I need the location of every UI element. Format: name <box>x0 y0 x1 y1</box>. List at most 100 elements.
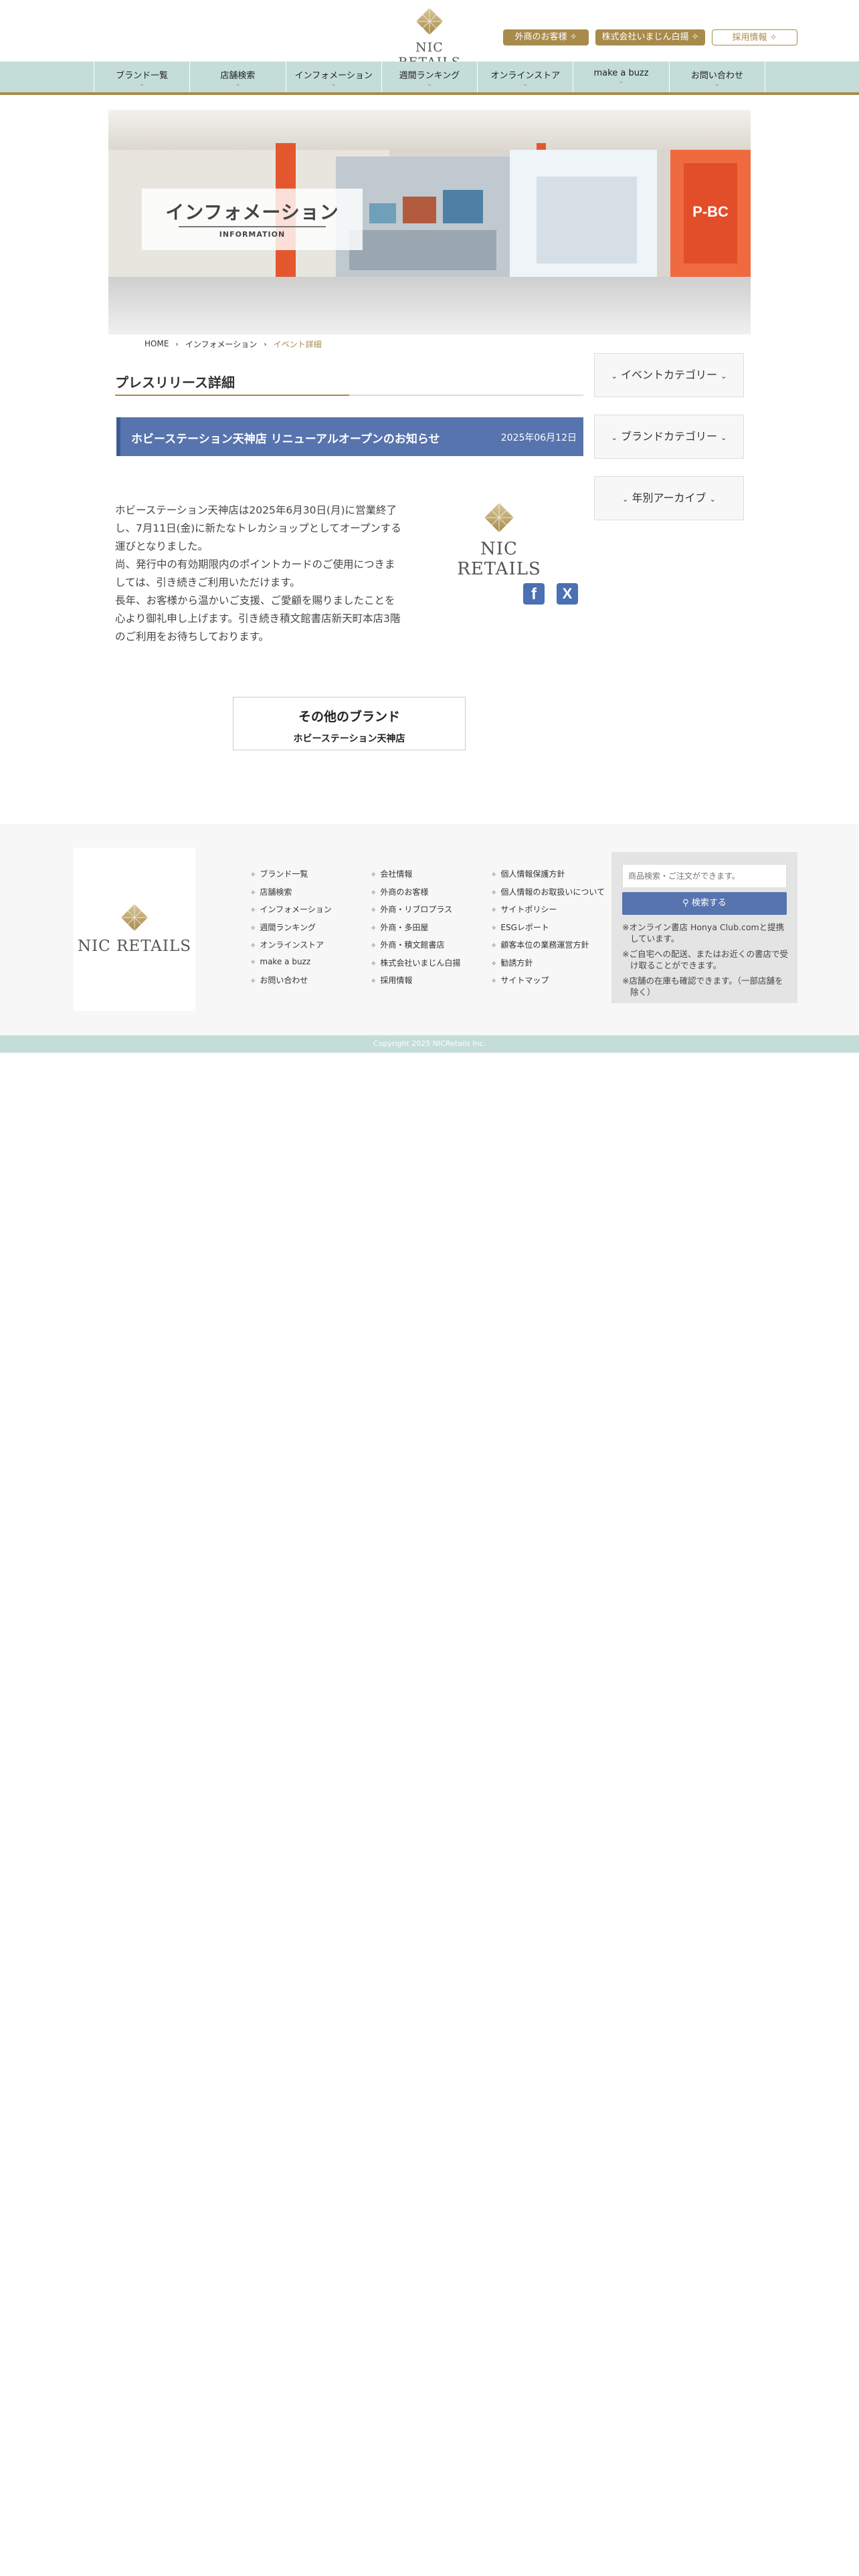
nav-label: お問い合わせ <box>690 71 743 81</box>
other-brands-box: その他のブランド ホビーステーション天神店 <box>233 697 466 750</box>
brand-logo-text: NIC RETAILS <box>457 539 541 579</box>
chevron-down-icon: ⌄ <box>139 81 145 88</box>
arrow-icon: ✧ <box>371 960 377 968</box>
other-brand-link[interactable]: ホビーステーション天神店 <box>233 732 465 745</box>
copyright-bar: Copyright 2025 NICRetails Inc. <box>0 1035 859 1053</box>
footer-link[interactable]: ✧ 個人情報保護方針 <box>491 868 605 886</box>
company-button[interactable]: 株式会社いまじん白揚 ✧ <box>595 29 705 45</box>
nav-item-information[interactable]: インフォメーション ⌄ <box>285 62 381 92</box>
footer-link[interactable]: ✧ ブランド一覧 <box>250 868 332 886</box>
hero-shelves <box>537 177 637 263</box>
arrow-icon: ✧ <box>371 978 377 985</box>
nav-item-store-search[interactable]: 店舗検索 ⌄ <box>189 62 285 92</box>
footer-link[interactable]: ✧ オンラインストア <box>250 939 332 957</box>
nav-item-ranking[interactable]: 週間ランキング ⌄ <box>381 62 477 92</box>
hero-ceiling <box>108 110 751 150</box>
breadcrumb-information[interactable]: インフォメーション <box>185 338 257 350</box>
footer-link[interactable]: ✧ 株式会社いまじん白揚 <box>371 957 460 975</box>
chevron-down-icon: ⌄ <box>721 433 727 442</box>
footer-link-label: オンラインストア <box>260 940 324 950</box>
footer-link[interactable]: ✧ 勧誘方針 <box>491 957 605 975</box>
facebook-share-icon[interactable]: f <box>523 583 545 605</box>
footer-links-col3: ✧ 個人情報保護方針 ✧ 個人情報のお取扱いについて ✧ サイトポリシー ✧ ESGレポ… <box>491 868 605 992</box>
foreign-customer-button[interactable]: 外商のお客様 ✧ <box>503 29 589 45</box>
arrow-icon: ✧ <box>371 907 377 914</box>
footer-link-label: 個人情報のお取扱いについて <box>500 887 605 897</box>
hero-store-sign: P-BC <box>684 163 737 263</box>
footer-link[interactable]: ✧ 会社情報 <box>371 868 460 886</box>
hero-floor <box>108 277 751 334</box>
footer-link-label: 外商・積文館書店 <box>380 940 445 950</box>
arrow-icon: ✧ <box>250 871 256 879</box>
footer-link[interactable]: ✧ make a buzz <box>250 957 332 975</box>
footer-search-button[interactable]: ⚲ 検索する <box>622 892 787 915</box>
hero-banner: P-BC インフォメーション INFORMATION <box>108 110 751 334</box>
logo-diamond-icon <box>121 904 148 931</box>
arrow-icon: ✧ <box>691 32 699 42</box>
global-nav: ブランド一覧 ⌄ 店舗検索 ⌄ インフォメーション ⌄ 週間ランキング ⌄ オンラインス… <box>0 62 859 95</box>
press-release-header: ホビーステーション天神店 リニューアルオープンのお知らせ 2025年06月12日 <box>116 417 583 456</box>
footer-link-label: 外商のお客様 <box>380 887 429 897</box>
footer-link[interactable]: ✧ サイトポリシー <box>491 903 605 922</box>
nav-label: オンラインストア <box>490 71 561 81</box>
arrow-icon: ✧ <box>491 871 497 879</box>
footer-link[interactable]: ✧ 外商・積文館書店 <box>371 939 460 957</box>
breadcrumb-current: イベント詳細 <box>273 339 322 349</box>
yearly-archive-toggle[interactable]: ⌄ 年別アーカイブ ⌄ <box>594 476 744 520</box>
arrow-icon: ✧ <box>371 871 377 879</box>
footer-link[interactable]: ✧ 個人情報のお取扱いについて <box>491 886 605 904</box>
press-release-date: 2025年06月12日 <box>500 433 577 443</box>
breadcrumb-home[interactable]: HOME <box>145 339 169 348</box>
footer-link-label: 外商・リブロプラス <box>380 905 453 914</box>
footer-link[interactable]: ✧ 外商のお客様 <box>371 886 460 904</box>
footer-link[interactable]: ✧ 週間ランキング <box>250 922 332 940</box>
recruit-button[interactable]: 採用情報 ✧ <box>712 29 797 45</box>
footer-link[interactable]: ✧ サイトマップ <box>491 974 605 992</box>
arrow-icon: ✧ <box>491 960 497 968</box>
search-icon: ⚲ <box>682 898 689 908</box>
company-label: 株式会社いまじん白揚 <box>601 32 689 42</box>
other-brands-title: その他のブランド <box>298 710 400 724</box>
brand-category-toggle[interactable]: ⌄ ブランドカテゴリー ⌄ <box>594 415 744 459</box>
chevron-down-icon: ⌄ <box>714 81 720 88</box>
nav-label: ブランド一覧 <box>116 71 169 81</box>
arrow-icon: ✧ <box>250 958 256 966</box>
section-title: プレスリリース詳細 <box>115 372 583 396</box>
footer-link[interactable]: ✧ 採用情報 <box>371 974 460 992</box>
footer-link-label: 会社情報 <box>380 869 413 879</box>
footer-link[interactable]: ✧ お問い合わせ <box>250 974 332 992</box>
recruit-label: 採用情報 <box>732 33 767 43</box>
arrow-icon: ✧ <box>491 978 497 985</box>
nav-item-contact[interactable]: お問い合わせ ⌄ <box>668 62 765 92</box>
nav-item-online-store[interactable]: オンラインストア ⌄ <box>477 62 573 92</box>
body-line: し、7月11日(金)に新たなトレカショップとしてオープンする <box>115 522 401 534</box>
hero-rule <box>179 226 326 227</box>
nav-label: 店舗検索 <box>220 71 256 81</box>
footer-link-label: サイトポリシー <box>500 905 557 914</box>
chevron-down-icon: ⌄ <box>622 495 629 504</box>
x-share-icon[interactable]: X <box>557 583 578 605</box>
site-logo[interactable]: NIC RETAILS <box>389 7 470 70</box>
hero-display <box>443 190 483 223</box>
chevron-down-icon: ⌄ <box>611 372 617 381</box>
footer-link-label: ESGレポート <box>500 922 549 932</box>
nav-item-brands[interactable]: ブランド一覧 ⌄ <box>94 62 189 92</box>
footer-link[interactable]: ✧ 顧客本位の業務運営方針 <box>491 939 605 957</box>
footer-link[interactable]: ✧ インフォメーション <box>250 903 332 922</box>
section-title-text: プレスリリース詳細 <box>115 374 235 391</box>
footer-link[interactable]: ✧ 外商・リブロプラス <box>371 903 460 922</box>
section-title-accent <box>115 395 349 396</box>
body-line: しては、引き続きご利用いただけます。 <box>115 576 300 588</box>
event-category-toggle[interactable]: ⌄ イベントカテゴリー ⌄ <box>594 353 744 397</box>
footer-link[interactable]: ✧ ESGレポート <box>491 922 605 940</box>
footer-search-input[interactable] <box>622 864 787 888</box>
footer-link[interactable]: ✧ 外商・多田屋 <box>371 922 460 940</box>
site-footer: NIC RETAILS ✧ ブランド一覧 ✧ 店舗検索 ✧ インフォメーション ✧ 週間… <box>0 824 859 1035</box>
footer-link[interactable]: ✧ 店舗検索 <box>250 886 332 904</box>
footer-logo[interactable]: NIC RETAILS <box>74 848 195 1011</box>
nav-item-make-a-buzz[interactable]: make a buzz ⌄ <box>573 62 668 92</box>
body-line: 尚、発行中の有効期限内のポイントカードのご使用につきま <box>115 558 395 570</box>
chevron-down-icon: ⌄ <box>709 495 716 504</box>
footer-links-col1: ✧ ブランド一覧 ✧ 店舗検索 ✧ インフォメーション ✧ 週間ランキング ✧ オンライン… <box>250 868 332 992</box>
press-release-body: ホビーステーション天神店は2025年6月30日(月)に営業終了 し、7月11日(… <box>115 502 409 646</box>
